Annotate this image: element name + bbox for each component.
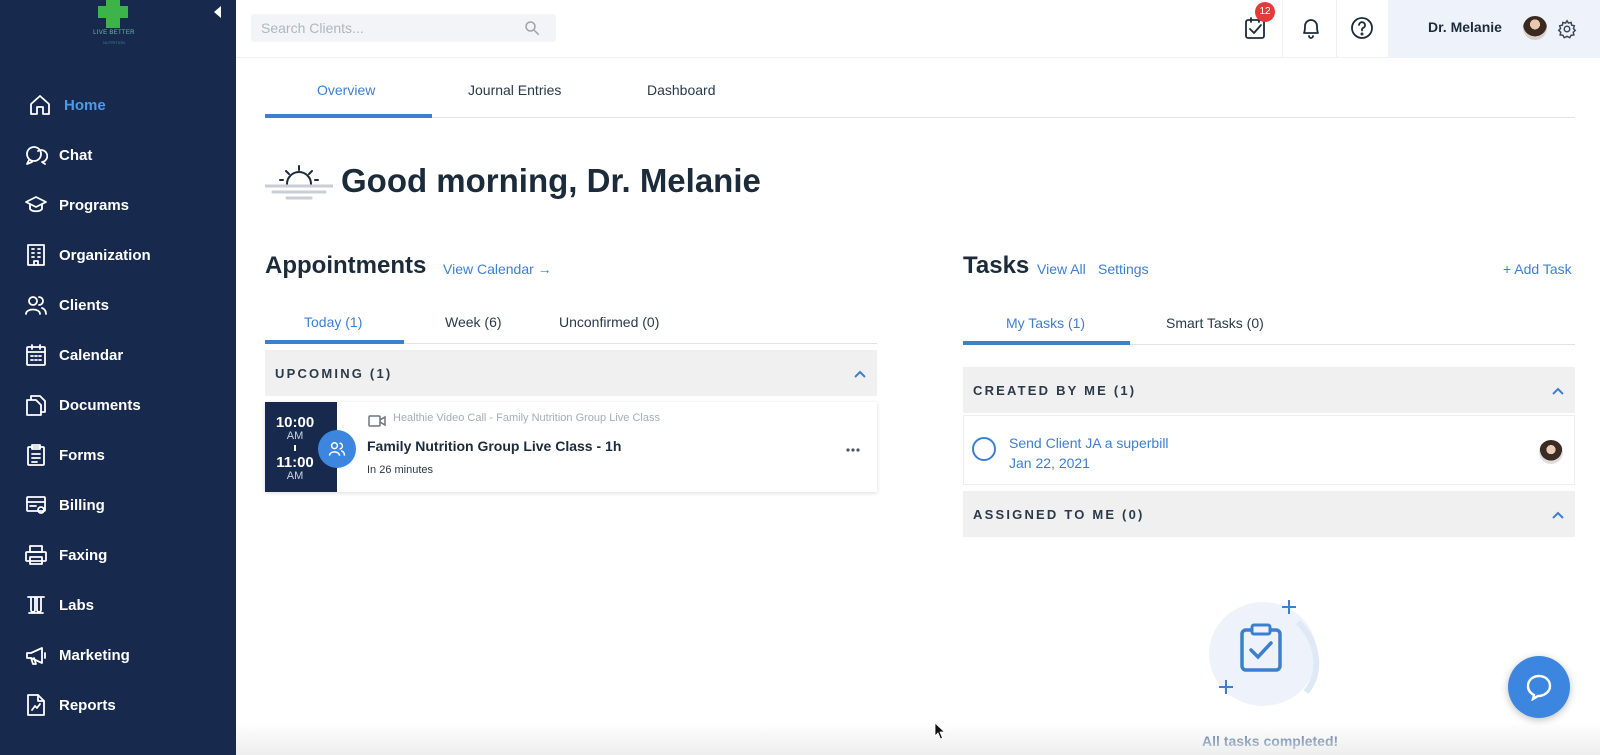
tab-smart-tasks[interactable]: Smart Tasks (0) (1166, 315, 1264, 331)
chevron-up-icon[interactable] (853, 366, 867, 378)
client-search (251, 14, 556, 42)
view-calendar-link[interactable]: View Calendar → (443, 261, 552, 277)
tab-week[interactable]: Week (6) (445, 314, 502, 330)
sunrise-icon (263, 160, 335, 202)
sidebar: LIVE BETTER NUTRITION Home Chat Programs… (0, 0, 236, 755)
empty-tasks-message: All tasks completed! (1202, 733, 1339, 749)
billing-icon (24, 493, 48, 517)
sidebar-item-calendar[interactable]: Calendar (0, 333, 236, 377)
support-chat-button[interactable] (1508, 656, 1570, 718)
appointments-title: Appointments (265, 252, 427, 279)
view-all-tasks-link[interactable]: View All (1037, 261, 1086, 277)
chat-icon (24, 143, 49, 167)
sidebar-item-marketing[interactable]: Marketing (0, 633, 236, 677)
home-icon (28, 93, 52, 117)
sidebar-item-reports[interactable]: Reports (0, 683, 236, 727)
appointment-type: Healthie Video Call - Family Nutrition G… (393, 412, 660, 424)
appointment-card[interactable]: 10:00 AM 11:00 AM Healthie Video Call - … (265, 402, 877, 492)
tab-overview[interactable]: Overview (317, 82, 375, 98)
brand-logo[interactable]: LIVE BETTER NUTRITION (92, 0, 136, 48)
search-input[interactable] (251, 14, 511, 42)
megaphone-icon (24, 643, 48, 667)
gear-icon[interactable] (1556, 18, 1578, 40)
active-tab-indicator (265, 340, 404, 344)
graduation-cap-icon (24, 193, 48, 217)
sidebar-item-organization[interactable]: Organization (0, 233, 236, 277)
created-by-me-group-header[interactable]: CREATED BY ME (1) (963, 367, 1575, 413)
chevron-up-icon[interactable] (1551, 383, 1565, 395)
tab-journal-entries[interactable]: Journal Entries (468, 82, 561, 98)
help-icon[interactable] (1348, 14, 1376, 42)
task-complete-checkbox[interactable] (972, 437, 996, 461)
task-title[interactable]: Send Client JA a superbill (1009, 435, 1169, 451)
tab-dashboard[interactable]: Dashboard (647, 82, 716, 98)
tab-unconfirmed[interactable]: Unconfirmed (0) (559, 314, 659, 330)
sidebar-item-chat[interactable]: Chat (0, 133, 236, 177)
report-icon (24, 693, 48, 717)
assigned-to-me-group-header[interactable]: ASSIGNED TO ME (0) (963, 491, 1575, 537)
sidebar-item-documents[interactable]: Documents (0, 383, 236, 427)
appointments-tabs: Today (1) Week (6) Unconfirmed (0) (265, 306, 877, 344)
scroll-fade (236, 722, 1600, 755)
sidebar-item-faxing[interactable]: Faxing (0, 533, 236, 577)
active-tab-indicator (265, 114, 432, 118)
task-item[interactable]: Send Client JA a superbill Jan 22, 2021 (963, 415, 1575, 485)
appointment-countdown: In 26 minutes (367, 464, 434, 476)
sidebar-item-labs[interactable]: Labs (0, 583, 236, 627)
tab-today[interactable]: Today (1) (304, 314, 362, 330)
sidebar-item-programs[interactable]: Programs (0, 183, 236, 227)
clipboard-icon (24, 443, 48, 467)
tasks-count-badge: 12 (1255, 2, 1275, 22)
greeting-heading: Good morning, Dr. Melanie (341, 162, 761, 199)
main-tabs: Overview Journal Entries Dashboard (265, 70, 1575, 118)
user-avatar[interactable] (1523, 16, 1547, 40)
user-name[interactable]: Dr. Melanie (1428, 19, 1502, 35)
printer-icon (24, 543, 48, 567)
task-due-date: Jan 22, 2021 (1009, 455, 1090, 471)
more-options-icon[interactable] (845, 440, 861, 452)
upcoming-group-header[interactable]: UPCOMING (1) (265, 350, 877, 396)
appointment-title[interactable]: Family Nutrition Group Live Class - 1h (367, 438, 621, 454)
tasks-complete-illustration-icon (1188, 592, 1338, 722)
users-icon (24, 293, 48, 317)
search-icon[interactable] (523, 19, 541, 37)
calendar-icon (24, 343, 48, 367)
group-session-icon (318, 430, 356, 468)
add-task-button[interactable]: + Add Task (1503, 261, 1572, 277)
topbar-divider (1282, 0, 1283, 58)
tasks-tabs: My Tasks (1) Smart Tasks (0) (963, 307, 1575, 345)
bell-icon[interactable] (1297, 14, 1325, 42)
chevron-up-icon[interactable] (1551, 507, 1565, 519)
mouse-cursor-icon (934, 722, 946, 740)
video-camera-icon (368, 414, 386, 427)
collapse-sidebar-icon[interactable] (212, 4, 224, 18)
sidebar-item-billing[interactable]: Billing (0, 483, 236, 527)
building-icon (24, 243, 48, 267)
documents-icon (24, 393, 48, 417)
sidebar-item-clients[interactable]: Clients (0, 283, 236, 327)
task-assignee-avatar (1539, 440, 1563, 464)
active-tab-indicator (963, 341, 1130, 345)
tab-my-tasks[interactable]: My Tasks (1) (1006, 315, 1085, 331)
sidebar-item-forms[interactable]: Forms (0, 433, 236, 477)
tasks-title: Tasks (963, 252, 1030, 279)
task-settings-link[interactable]: Settings (1098, 261, 1149, 277)
sidebar-item-home[interactable]: Home (0, 83, 236, 127)
topbar-divider (1336, 0, 1337, 58)
test-tubes-icon (24, 593, 48, 617)
